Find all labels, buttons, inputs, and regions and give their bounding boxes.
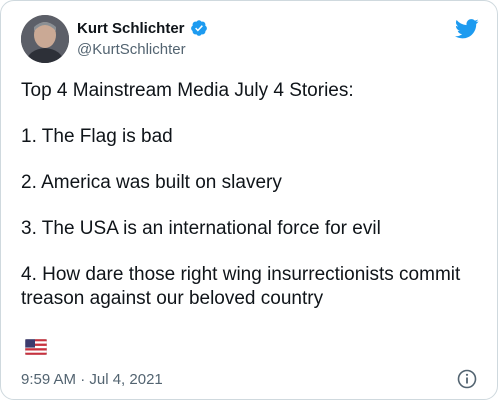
user-handle[interactable]: @KurtSchlichter [77,41,186,58]
twitter-bird-icon[interactable] [455,19,479,39]
tweet-timestamp[interactable]: 9:59 AM · Jul 4, 2021 [21,371,163,388]
name-row[interactable]: Kurt Schlichter [77,19,208,37]
us-flag-emoji [25,339,47,355]
tweet-line-heading: Top 4 Mainstream Media July 4 Stories: [21,80,354,101]
tweet-line-1: 1. The Flag is bad [21,126,173,147]
info-circle-icon[interactable] [457,369,477,389]
tweet-card: Kurt Schlichter @KurtSchlichter Top 4 Ma… [0,0,498,400]
tweet-line-4: 4. How dare those right wing insurrectio… [21,264,461,309]
tweet-text: Top 4 Mainstream Media July 4 Stories: 1… [21,79,483,333]
avatar[interactable] [21,15,69,63]
verified-badge-icon [190,20,207,36]
tweet-line-2: 2. America was built on slavery [21,172,282,193]
tweet-line-3: 3. The USA is an international force for… [21,218,381,239]
display-name[interactable]: Kurt Schlichter [77,20,185,37]
